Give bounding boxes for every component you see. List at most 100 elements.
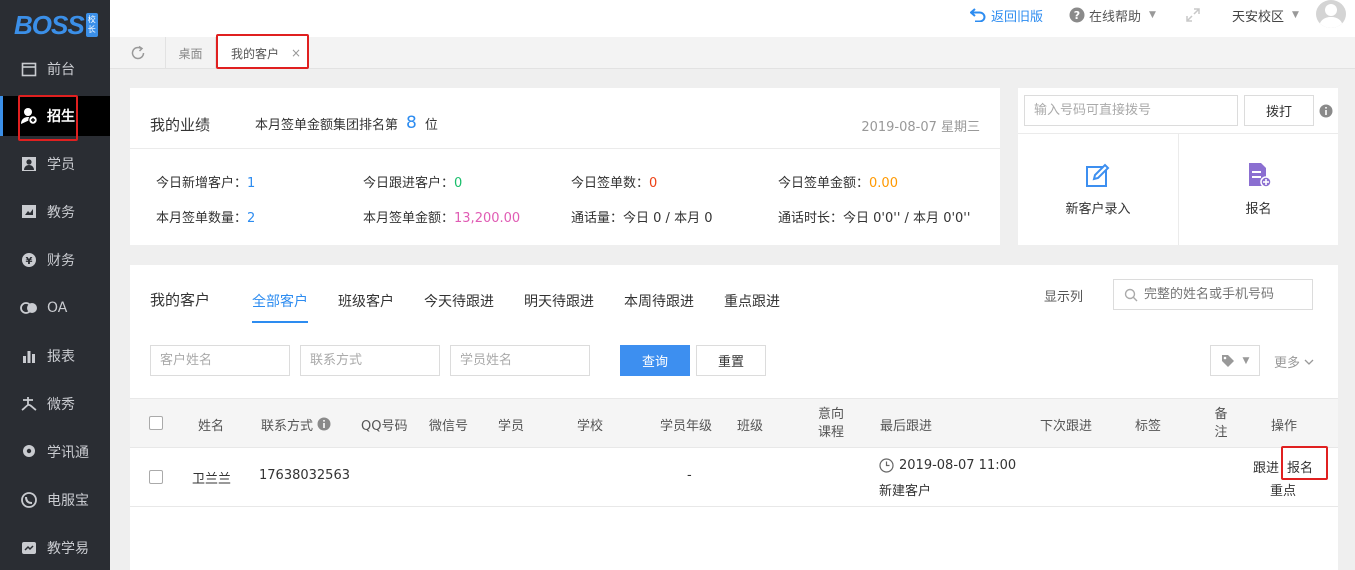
- sidebar-item-finance[interactable]: ¥ 财务: [0, 240, 110, 280]
- fullscreen-button[interactable]: [1185, 0, 1201, 30]
- column-header: 下次跟进: [1040, 399, 1092, 449]
- table-row: 卫兰兰 17638032563 - 2019-08-07 11:00 新建客户 …: [130, 448, 1338, 507]
- sidebar-item-front-desk[interactable]: 前台: [0, 49, 110, 89]
- stat-value: 0.00: [869, 176, 898, 191]
- customer-tab[interactable]: 本周待跟进: [624, 291, 694, 321]
- sidebar-item-label: 财务: [47, 253, 75, 269]
- tab-desktop[interactable]: 桌面: [166, 37, 216, 69]
- column-header: 姓名: [198, 399, 224, 449]
- enroll-shortcut-button[interactable]: 报名: [1179, 134, 1338, 245]
- stat-item: 本月签单金额：13,200.00: [363, 207, 520, 226]
- highlight-box-enroll: [1281, 446, 1328, 480]
- search-icon: [1124, 288, 1138, 301]
- stat-item: 今日签单金额：0.00: [778, 172, 898, 191]
- customer-tab[interactable]: 重点跟进: [724, 291, 780, 321]
- column-header-label: 姓名: [198, 418, 225, 434]
- customer-tab[interactable]: 全部客户: [252, 291, 308, 323]
- select-all-checkbox[interactable]: [149, 416, 163, 430]
- customer-name-input[interactable]: [150, 345, 290, 376]
- follow-up-link[interactable]: 跟进: [1253, 457, 1279, 476]
- edit-icon: [1086, 163, 1110, 187]
- sidebar-item-students[interactable]: 学员: [0, 144, 110, 184]
- customer-tab[interactable]: 今天待跟进: [424, 291, 494, 321]
- sidebar-item-jiaoxueyi[interactable]: 教学易: [0, 528, 110, 568]
- tag-icon: [1221, 354, 1234, 367]
- refresh-button[interactable]: [110, 37, 166, 69]
- column-header: QQ号码: [361, 399, 407, 449]
- sidebar-item-xuexuntong[interactable]: 学讯通: [0, 432, 110, 472]
- sidebar-item-dianfubao[interactable]: 电服宝: [0, 480, 110, 520]
- stat-item: 今日签单数：0: [571, 172, 657, 191]
- customer-phone-link[interactable]: 17638032563: [259, 468, 350, 483]
- column-header-label: 学员: [498, 418, 525, 434]
- campus-label: 天安校区: [1232, 9, 1285, 25]
- info-icon[interactable]: [1319, 104, 1333, 122]
- last-follow-time: 2019-08-07 11:00: [899, 458, 1017, 473]
- sidebar-item-label: 微秀: [47, 397, 75, 413]
- stat-value: 今日 0 / 本月 0: [623, 211, 713, 226]
- info-icon[interactable]: [317, 417, 331, 431]
- chevron-down-icon: ▼: [1149, 10, 1156, 20]
- rank-value: 8: [406, 113, 417, 133]
- tag-filter-button[interactable]: ▼: [1210, 345, 1260, 376]
- column-header-label: 学校: [577, 418, 604, 434]
- column-header: 联系方式: [261, 399, 331, 449]
- customer-search-input[interactable]: [1144, 287, 1312, 302]
- logo-tag: 校长: [85, 13, 98, 37]
- last-follow-note: 新建客户: [879, 484, 932, 499]
- customer-tab[interactable]: 班级客户: [338, 291, 394, 321]
- mark-key-link[interactable]: 重点: [1270, 480, 1296, 499]
- column-header-label: 操作: [1271, 418, 1298, 434]
- stat-label: 今日跟进客户：: [363, 176, 455, 191]
- dial-number-input[interactable]: [1024, 95, 1238, 126]
- stat-value: 13,200.00: [454, 211, 521, 226]
- campus-selector[interactable]: 天安校区 ▼: [1232, 0, 1299, 30]
- column-header-label: 备注: [1214, 407, 1228, 440]
- sidebar-item-label: 学员: [47, 157, 75, 173]
- new-customer-button[interactable]: 新客户录入: [1018, 134, 1178, 245]
- dial-card: 拨打 新客户录入 报名: [1018, 88, 1338, 245]
- enroll-shortcut-label: 报名: [1245, 202, 1272, 217]
- student-grade-cell: -: [687, 468, 692, 483]
- help-icon: ?: [1069, 7, 1085, 23]
- sidebar-item-oa[interactable]: OA: [0, 288, 110, 328]
- stat-value: 0: [454, 176, 463, 191]
- customer-tab[interactable]: 明天待跟进: [524, 291, 594, 321]
- back-to-old-version-button[interactable]: 返回旧版: [970, 0, 1043, 30]
- sidebar-item-label: 教务: [47, 205, 75, 221]
- stat-label: 通话量：: [571, 211, 624, 226]
- column-header-label: QQ号码: [361, 418, 408, 434]
- sidebar-item-label: OA: [47, 300, 68, 316]
- column-header: 标签: [1135, 399, 1161, 449]
- back-to-old-version-label: 返回旧版: [991, 9, 1044, 25]
- customer-name-link[interactable]: 卫兰兰: [192, 468, 231, 487]
- sidebar-item-weixiu[interactable]: 微秀: [0, 384, 110, 424]
- expand-icon: [1186, 8, 1200, 22]
- user-avatar[interactable]: [1316, 0, 1346, 28]
- svg-text:¥: ¥: [26, 256, 33, 267]
- query-button[interactable]: 查询: [620, 345, 690, 376]
- dial-button[interactable]: 拨打: [1244, 95, 1314, 126]
- column-header: 操作: [1271, 399, 1297, 449]
- show-columns-button[interactable]: 显示列: [1044, 285, 1083, 305]
- row-checkbox[interactable]: [149, 470, 163, 484]
- column-header-label: 下次跟进: [1040, 418, 1093, 434]
- column-header: 学员年级: [660, 399, 712, 449]
- student-name-input[interactable]: [450, 345, 590, 376]
- contact-input[interactable]: [300, 345, 440, 376]
- online-help-menu[interactable]: ? 在线帮助 ▼: [1069, 0, 1156, 30]
- teach-icon: [20, 539, 38, 557]
- boss-logo[interactable]: BOSS 校长: [14, 10, 98, 40]
- chevron-down-icon: [1304, 359, 1314, 365]
- highlight-box-tab: [216, 34, 309, 69]
- sidebar-item-label: 前台: [47, 62, 75, 78]
- enroll-document-icon: [1248, 163, 1272, 188]
- reset-button[interactable]: 重置: [696, 345, 766, 376]
- sidebar-item-academic[interactable]: 教务: [0, 192, 110, 232]
- sidebar-item-reports[interactable]: 报表: [0, 336, 110, 376]
- highlight-box-enrollment: [18, 95, 78, 141]
- customers-title: 我的客户: [150, 291, 211, 309]
- calendar-icon: [20, 60, 38, 78]
- more-filters-button[interactable]: 更多: [1274, 352, 1314, 371]
- svg-text:?: ?: [1074, 9, 1080, 22]
